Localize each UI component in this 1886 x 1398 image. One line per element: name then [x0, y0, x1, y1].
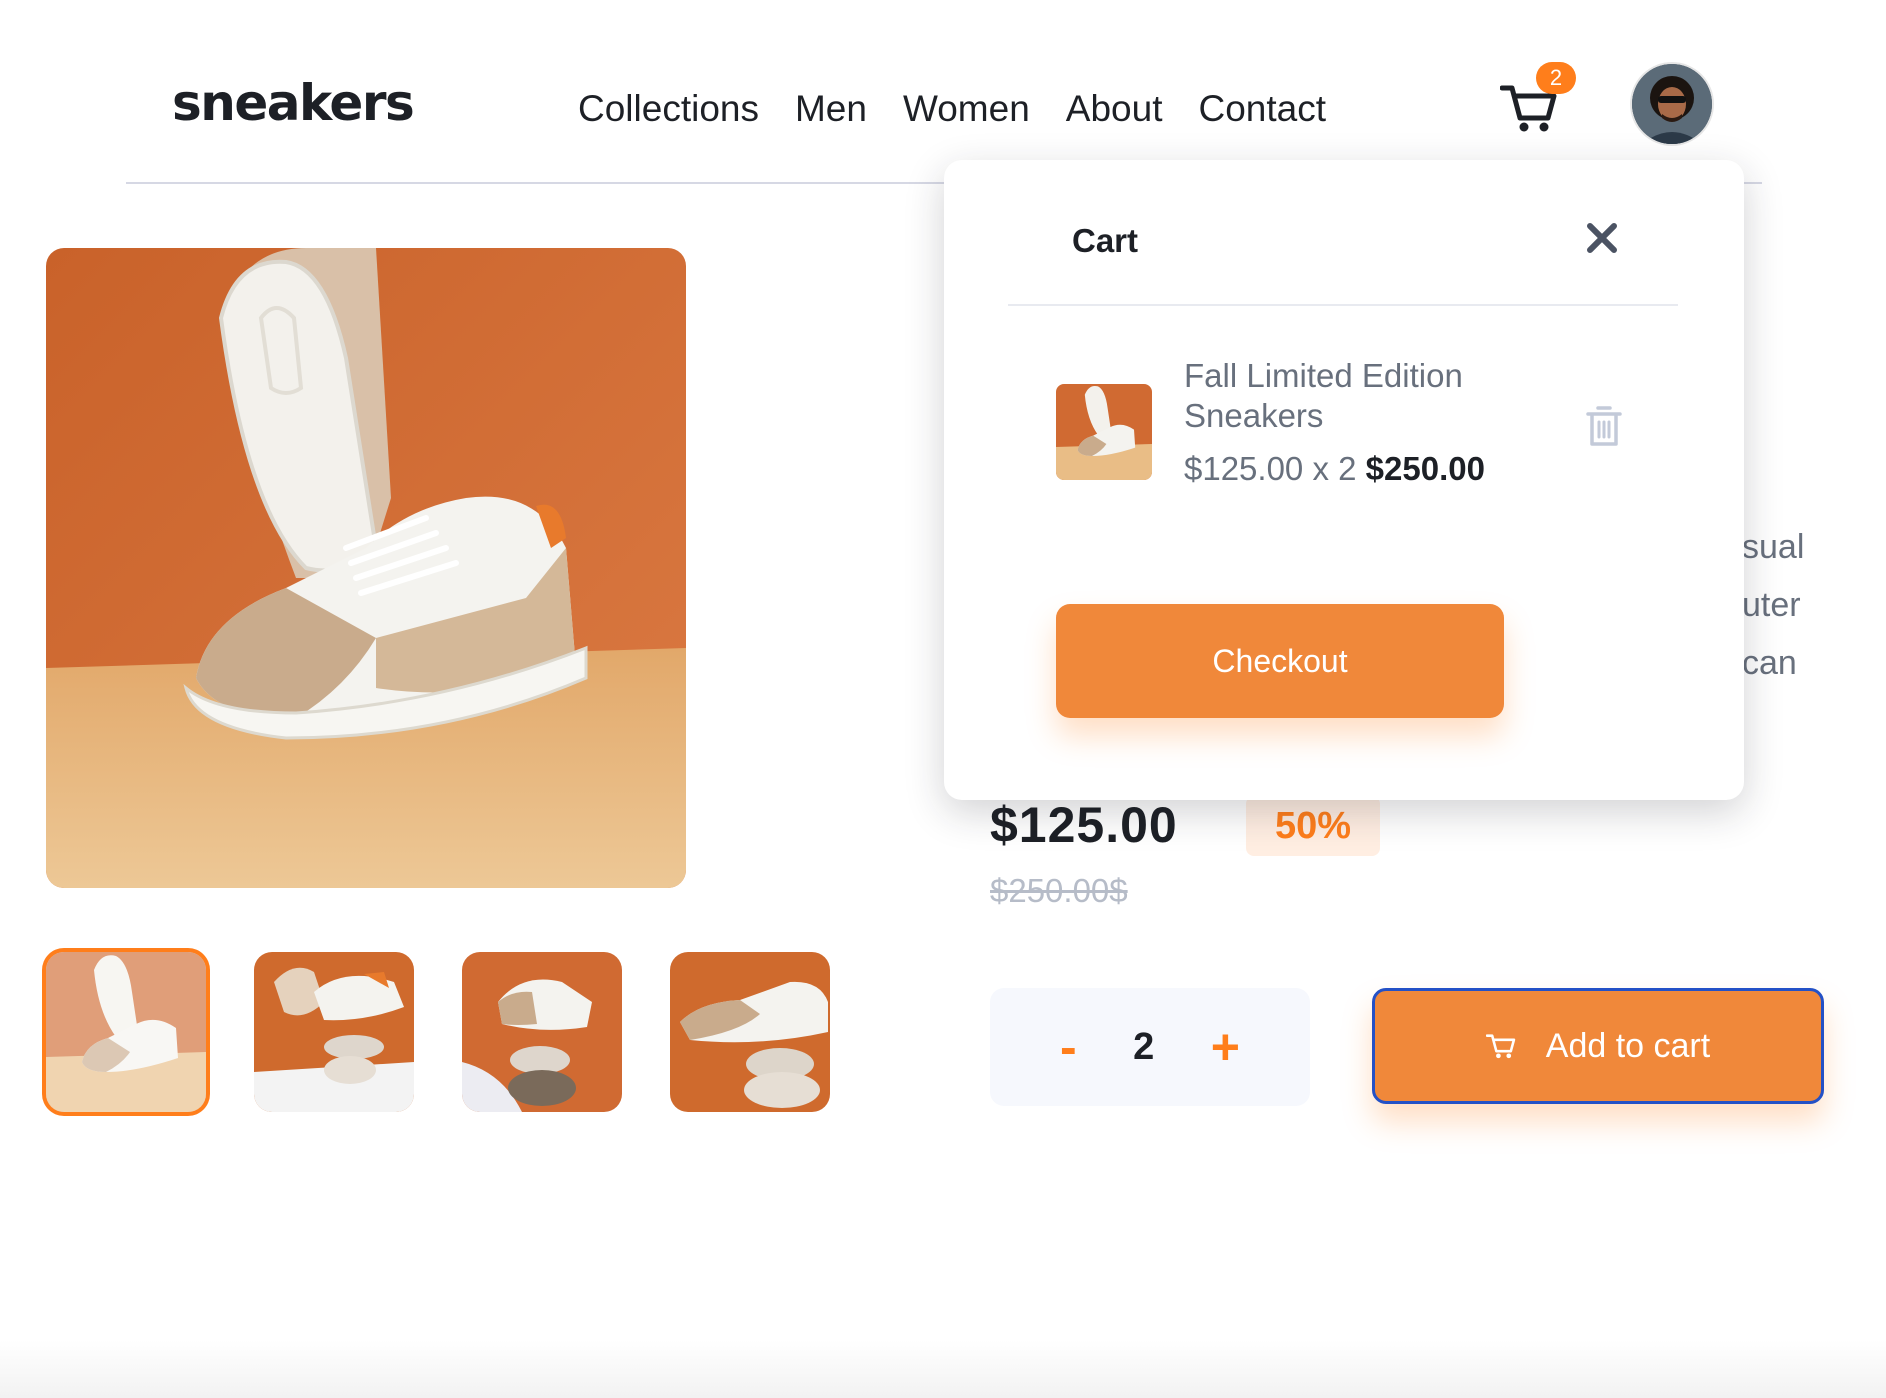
product-main-image[interactable]: [46, 248, 686, 888]
avatar-image: [1632, 64, 1712, 144]
nav-item-collections[interactable]: Collections: [578, 88, 759, 130]
quantity-value: 2: [1133, 1025, 1155, 1068]
thumbnail-2[interactable]: [254, 952, 414, 1112]
decrement-button[interactable]: -: [1060, 1022, 1077, 1072]
main-nav: Collections Men Women About Contact: [578, 88, 1362, 130]
cart-item-total: $250.00: [1365, 450, 1485, 487]
nav-item-about[interactable]: About: [1066, 88, 1163, 130]
nav-item-contact[interactable]: Contact: [1198, 88, 1326, 130]
discount-badge: 50%: [1246, 796, 1380, 856]
description-fragment-3: can: [1742, 644, 1797, 682]
trash-icon[interactable]: [1584, 404, 1624, 448]
thumbnail-4[interactable]: [670, 952, 830, 1112]
cart-title: Cart: [1072, 222, 1139, 259]
thumbnail-1[interactable]: [46, 952, 206, 1112]
cart-divider: [1008, 304, 1678, 306]
sneaker-image: [46, 248, 686, 888]
checkout-button[interactable]: Checkout: [1056, 604, 1504, 718]
avatar[interactable]: [1632, 64, 1712, 144]
cart-item-thumbnail: [1056, 384, 1152, 480]
thumbnail-3[interactable]: [462, 952, 622, 1112]
add-to-cart-button[interactable]: Add to cart: [1372, 988, 1824, 1104]
current-price: $125.00: [990, 797, 1178, 853]
cart-item-price: $125.00 x 2 $250.00: [1184, 450, 1485, 488]
cart-item-name: Fall Limited Edition Sneakers: [1184, 357, 1463, 434]
thumbnail-2-image: [254, 952, 414, 1112]
cart-popup: Cart Fall Limited Edition Sneakers $125.…: [944, 160, 1744, 800]
page-bottom-shadow: [0, 1340, 1886, 1398]
original-price: $250.00$: [990, 872, 1128, 909]
close-icon[interactable]: [1584, 220, 1620, 256]
cart-icon: [1485, 1034, 1516, 1059]
add-to-cart-label: Add to cart: [1545, 1026, 1711, 1065]
cart-item-image: [1056, 384, 1152, 480]
cart-count-badge: 2: [1536, 62, 1576, 94]
thumbnail-3-image: [462, 952, 622, 1112]
logo[interactable]: sneakers: [172, 74, 415, 132]
increment-button[interactable]: +: [1211, 1022, 1240, 1072]
thumbnail-1-image: [46, 952, 206, 1112]
quantity-stepper: - 2 +: [990, 988, 1310, 1106]
nav-item-men[interactable]: Men: [795, 88, 867, 130]
thumbnail-4-image: [670, 952, 830, 1112]
description-fragment-2: uter: [1742, 586, 1801, 624]
cart-item-unit-price: $125.00 x 2: [1184, 450, 1357, 487]
nav-item-women[interactable]: Women: [903, 88, 1030, 130]
description-fragment-1: sual: [1742, 528, 1805, 566]
